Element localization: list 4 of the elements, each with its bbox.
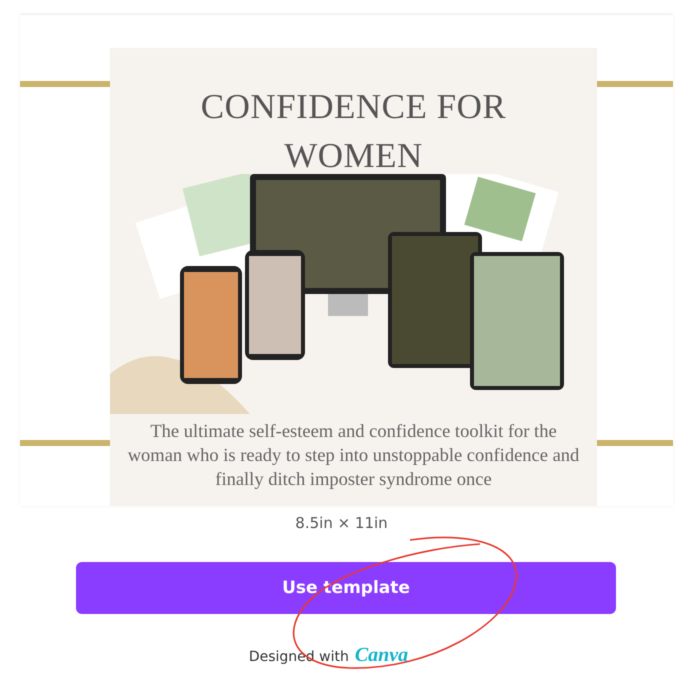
template-description: The ultimate self-esteem and confidence toolkit for the woman who is ready to step into unstoppable confidence and finally ditch imposter syndrome once	[126, 421, 580, 492]
use-template-button[interactable]: Use template	[76, 562, 616, 614]
template-size: 8.5in × 11in	[294, 514, 389, 532]
template-title: CONFIDENCE FOR WOMEN	[200, 86, 508, 177]
